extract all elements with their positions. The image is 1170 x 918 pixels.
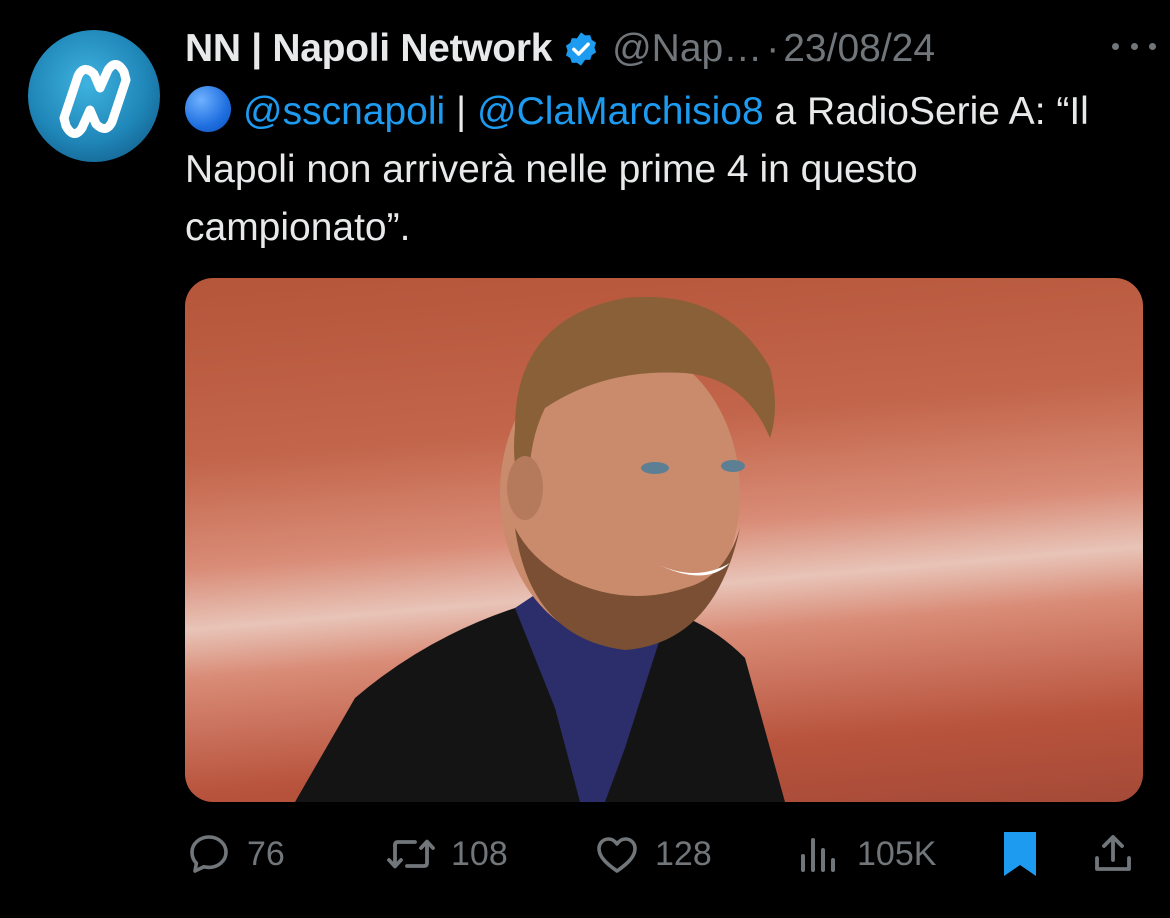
tweet-image[interactable]: [185, 278, 1143, 802]
like-button[interactable]: 128: [593, 826, 712, 882]
share-button[interactable]: [1089, 826, 1137, 882]
tweet-text: @sscnapoli | @ClaMarchisio8 a RadioSerie…: [185, 83, 1150, 257]
tweet-header: NN | Napoli Network @Nap… · 23/08/24: [185, 22, 1150, 76]
repost-icon: [387, 839, 435, 869]
separator-dot: ·: [766, 27, 780, 70]
reply-icon: [190, 835, 228, 873]
verified-badge-icon: [562, 30, 600, 68]
reply-button[interactable]: 76: [185, 826, 285, 882]
tweet-actions: 76 108 128 105K: [185, 826, 1143, 882]
repost-count: 108: [451, 834, 508, 873]
author-name[interactable]: NN | Napoli Network: [185, 27, 552, 71]
tweet-date[interactable]: 23/08/24: [783, 27, 935, 71]
napoli-network-logo-icon: [59, 60, 131, 138]
share-icon: [1095, 835, 1131, 871]
mention-clamarchisio8[interactable]: @ClaMarchisio8: [477, 90, 764, 133]
more-options-icon[interactable]: [1112, 36, 1156, 56]
bookmark-icon: [1004, 832, 1036, 876]
avatar[interactable]: [28, 30, 160, 162]
heart-icon: [597, 837, 637, 873]
bookmark-button[interactable]: [997, 826, 1043, 882]
photo-portrait-icon: [295, 296, 785, 802]
views-icon: [801, 838, 835, 872]
repost-button[interactable]: 108: [385, 826, 508, 882]
blue-circle-emoji-icon: [185, 86, 231, 132]
reply-count: 76: [247, 834, 285, 873]
author-handle[interactable]: @Nap…: [612, 27, 762, 71]
pipe-separator: |: [445, 90, 477, 133]
mention-sscnapoli[interactable]: @sscnapoli: [243, 90, 445, 133]
like-count: 128: [655, 834, 712, 873]
views-count: 105K: [857, 834, 937, 873]
views-button[interactable]: 105K: [795, 826, 936, 882]
